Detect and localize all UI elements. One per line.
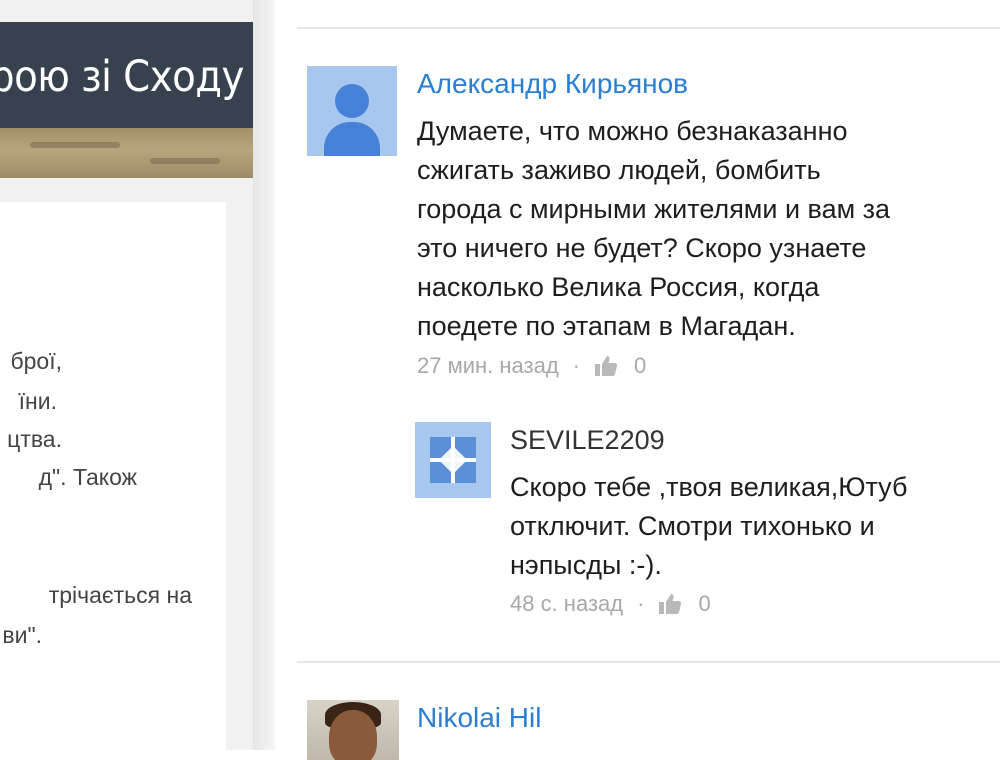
avatar-shoulders <box>324 122 380 156</box>
like-count: 0 <box>698 591 711 616</box>
thumbs-up-icon[interactable] <box>658 593 682 615</box>
description-line: їни. <box>18 388 57 414</box>
reply-text: Скоро тебе ,твоя великая,Ютуб отключит. … <box>510 472 908 580</box>
photo-avatar-icon[interactable] <box>307 700 399 760</box>
thumbnail-detail <box>30 142 120 148</box>
comments-section: Александр Кирьянов Думаете, что можно бе… <box>275 0 1000 760</box>
description-line: трічається на <box>48 582 192 608</box>
meta-separator: · <box>637 591 645 616</box>
column-divider <box>253 0 275 750</box>
video-description: брої, їни. цтва. д". Також трічається на… <box>0 202 226 750</box>
comment-divider <box>297 661 1000 663</box>
reply-timestamp[interactable]: 48 с. назад <box>510 591 623 617</box>
avatar-head <box>335 84 369 118</box>
reply-author[interactable]: SEVILE2209 <box>510 425 665 456</box>
comment-text: Думаете, что можно безнаказанно сжигать … <box>417 116 891 341</box>
description-line: цтва. <box>7 426 62 452</box>
comment-meta: 27 мин. назад · 0 <box>417 353 646 379</box>
comment-divider <box>297 27 1000 29</box>
video-title-bar[interactable]: рою зі Сходу <box>0 22 253 128</box>
thumbnail-detail <box>150 158 220 164</box>
default-user-avatar-icon[interactable] <box>307 66 397 156</box>
video-thumbnail[interactable] <box>0 128 253 178</box>
description-line: брої, <box>10 348 62 374</box>
comment-author-link[interactable]: Nikolai Hil <box>417 702 541 734</box>
description-line: д". Також <box>38 464 137 490</box>
like-count: 0 <box>634 353 647 378</box>
reply-meta: 48 с. назад · 0 <box>510 591 711 617</box>
comment-timestamp[interactable]: 27 мин. назад <box>417 353 559 379</box>
pattern-avatar-icon[interactable] <box>415 422 491 498</box>
video-title[interactable]: рою зі Сходу <box>0 52 244 102</box>
thumbs-up-icon[interactable] <box>594 355 618 377</box>
video-column: рою зі Сходу брої, їни. цтва. д". Також … <box>0 0 255 750</box>
comment-author-link[interactable]: Александр Кирьянов <box>417 68 688 100</box>
avatar-face <box>329 710 377 760</box>
meta-separator: · <box>572 353 580 378</box>
description-line: ви". <box>2 622 42 648</box>
